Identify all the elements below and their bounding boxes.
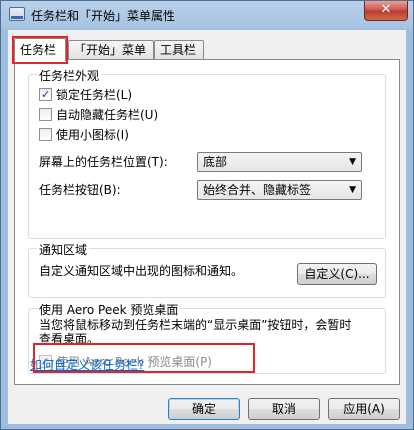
- close-button[interactable]: ✕: [364, 1, 408, 21]
- lock-taskbar-row[interactable]: 锁定任务栏(L): [39, 86, 132, 104]
- notification-area-group: 通知区域 自定义通知区域中出现的图标和通知。 自定义(C)...: [28, 241, 386, 298]
- autohide-row[interactable]: 自动隐藏任务栏(U): [39, 106, 158, 124]
- taskbar-app-icon: [9, 7, 25, 21]
- taskbar-buttons-value: 始终合并、隐藏标签: [203, 183, 312, 197]
- taskbar-tab-panel: 任务栏外观 锁定任务栏(L) 自动隐藏任务栏(U) 使用小图标(I) 屏幕上的任…: [14, 59, 400, 385]
- aero-peek-group-title: 使用 Aero Peek 预览桌面: [37, 301, 181, 318]
- title-bar[interactable]: 任务栏和「开始」菜单属性 ✕: [1, 1, 413, 29]
- customize-button[interactable]: 自定义(C)...: [297, 263, 377, 285]
- aero-peek-description-line-2: 查看桌面。: [39, 332, 100, 346]
- tab-start-menu[interactable]: 「开始」菜单: [68, 40, 154, 59]
- aero-peek-description-line-1: 当您将鼠标移动到任务栏末端的“显示桌面”按钮时，会暂时: [39, 318, 352, 332]
- chevron-down-icon: ▼: [349, 185, 356, 195]
- taskbar-position-select[interactable]: 底部 ▼: [197, 152, 362, 172]
- taskbar-appearance-group: 任务栏外观 锁定任务栏(L) 自动隐藏任务栏(U) 使用小图标(I) 屏幕上的任…: [28, 67, 386, 239]
- taskbar-position-label: 屏幕上的任务栏位置(T):: [39, 155, 168, 169]
- notification-description: 自定义通知区域中出现的图标和通知。: [39, 264, 244, 278]
- window-title: 任务栏和「开始」菜单属性: [31, 9, 176, 23]
- cancel-button[interactable]: 取消: [248, 398, 320, 420]
- taskbar-position-value: 底部: [203, 155, 228, 169]
- small-icons-row[interactable]: 使用小图标(I): [39, 126, 129, 144]
- small-icons-checkbox[interactable]: [39, 128, 52, 141]
- tab-taskbar[interactable]: 任务栏: [14, 38, 66, 61]
- notification-group-title: 通知区域: [37, 241, 90, 258]
- chevron-down-icon: ▼: [349, 157, 356, 167]
- appearance-group-title: 任务栏外观: [37, 67, 102, 84]
- tab-toolbars[interactable]: 工具栏: [154, 40, 204, 59]
- help-link[interactable]: 如何自定义该任务栏?: [30, 356, 144, 373]
- autohide-label: 自动隐藏任务栏(U): [56, 108, 159, 122]
- taskbar-buttons-select[interactable]: 始终合并、隐藏标签 ▼: [197, 180, 362, 200]
- properties-window: 任务栏和「开始」菜单属性 ✕ 任务栏 「开始」菜单 工具栏 任务栏外观 锁定任务…: [0, 0, 414, 430]
- lock-taskbar-checkbox[interactable]: [39, 86, 52, 104]
- taskbar-buttons-label: 任务栏按钮(B):: [39, 183, 121, 197]
- ok-button[interactable]: 确定: [168, 398, 240, 420]
- dialog-client-area: 任务栏 「开始」菜单 工具栏 任务栏外观 锁定任务栏(L) 自动隐藏任务栏(U)…: [8, 30, 406, 424]
- small-icons-label: 使用小图标(I): [56, 128, 129, 142]
- autohide-checkbox[interactable]: [39, 108, 52, 121]
- apply-button[interactable]: 应用(A): [328, 398, 400, 420]
- aero-peek-description: 当您将鼠标移动到任务栏末端的“显示桌面”按钮时，会暂时 查看桌面。: [39, 318, 351, 346]
- lock-taskbar-label: 锁定任务栏(L): [56, 88, 133, 102]
